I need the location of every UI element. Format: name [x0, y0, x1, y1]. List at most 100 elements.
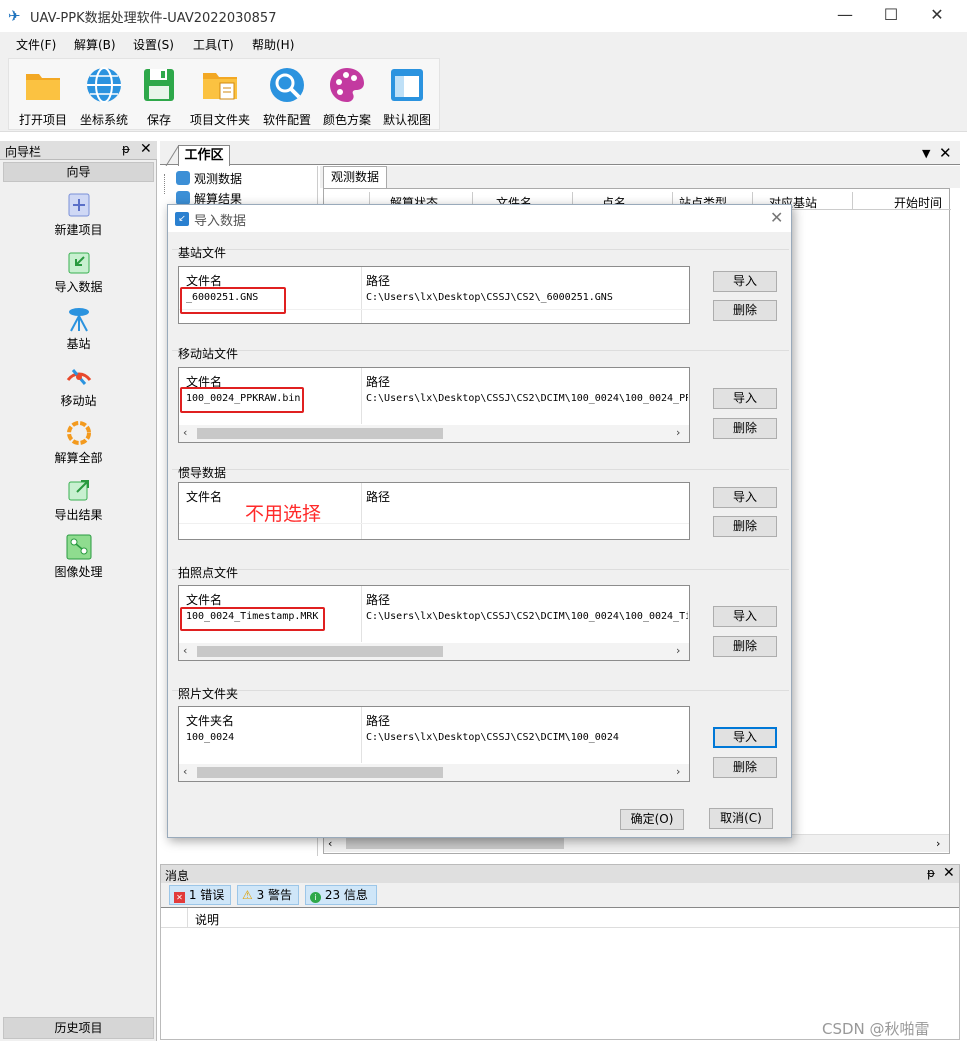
minimize-button[interactable]: — — [822, 0, 868, 32]
open-project-button[interactable]: 打开项目 — [17, 65, 69, 129]
save-icon — [144, 69, 174, 101]
close-icon[interactable]: ✕ — [140, 141, 152, 157]
tab-observation-data[interactable]: 观测数据 — [323, 166, 387, 188]
scroll-left-icon[interactable]: ‹ — [183, 644, 187, 657]
nav-base-station[interactable]: 基站 — [20, 305, 137, 352]
maximize-button[interactable]: ☐ — [868, 0, 914, 32]
close-icon[interactable]: ✕ — [943, 865, 955, 881]
column-separator — [361, 368, 362, 424]
app-logo-icon: ✈ — [8, 7, 21, 25]
message-panel-header: 消息 ᵽ ✕ — [161, 865, 959, 883]
delete-button[interactable]: 删除 — [713, 300, 777, 321]
coordinate-system-button[interactable]: 坐标系统 — [75, 65, 133, 129]
col-path: 路径 — [366, 490, 391, 504]
import-button[interactable]: 导入 — [713, 271, 777, 292]
history-projects-button[interactable]: 历史项目 — [3, 1017, 154, 1039]
close-icon[interactable]: ✕ — [939, 144, 952, 162]
tab-workspace[interactable]: 工作区 — [178, 145, 230, 166]
pin-icon[interactable]: ᵽ — [122, 142, 130, 156]
col-start-time[interactable]: 开始时间 — [894, 194, 942, 211]
info-filter-button[interactable]: i 23 信息 — [305, 885, 377, 905]
nav-solve-all[interactable]: 解算全部 — [20, 419, 137, 466]
wizard-panel-title: 向导栏 — [5, 145, 42, 159]
import-button[interactable]: 导入 — [713, 727, 777, 748]
group-title: 拍照点文件 — [178, 566, 239, 580]
pin-icon[interactable]: ᵽ — [927, 866, 935, 880]
nav-image-processing[interactable]: 图像处理 — [20, 533, 137, 580]
chevron-down-icon[interactable]: ▼ — [922, 147, 930, 160]
software-config-button[interactable]: 软件配置 — [259, 65, 315, 129]
list-hscrollbar[interactable]: ‹ › — [179, 425, 689, 442]
folder-name: 100_0024 — [186, 732, 235, 743]
close-button[interactable]: ✕ — [914, 0, 960, 32]
col-path: 路径 — [366, 274, 391, 288]
ok-button[interactable]: 确定(O) — [620, 809, 684, 830]
settings-icon — [270, 68, 304, 102]
scroll-left-icon[interactable]: ‹ — [183, 765, 187, 778]
group-title: 基站文件 — [178, 246, 227, 260]
wizard-panel: 向导栏 ᵽ ✕ 向导 新建项目 导入数据 基站 移动站 解算全部 导出结果 图像… — [0, 141, 157, 1041]
photo-folder-list[interactable]: 文件夹名 路径 100_0024 C:\Users\lx\Desktop\CSS… — [178, 706, 690, 782]
results-icon — [176, 191, 190, 204]
menu-tools[interactable]: 工具(T) — [193, 36, 234, 53]
scroll-thumb[interactable] — [197, 428, 443, 439]
group-photo-folder: 照片文件夹 文件夹名 路径 100_0024 C:\Users\lx\Deskt… — [172, 687, 789, 794]
nav-import-data[interactable]: 导入数据 — [20, 248, 137, 295]
scroll-thumb[interactable] — [197, 646, 443, 657]
list-hscrollbar[interactable]: ‹ › — [179, 643, 689, 660]
menu-solve[interactable]: 解算(B) — [74, 36, 116, 53]
list-hscrollbar[interactable]: ‹ › — [179, 764, 689, 781]
nav-rover[interactable]: 移动站 — [20, 362, 137, 409]
menu-help[interactable]: 帮助(H) — [252, 36, 294, 53]
col-filename: 文件名 — [186, 490, 223, 504]
menu-settings[interactable]: 设置(S) — [133, 36, 174, 53]
dialog-title-bar: ↙ 导入数据 ✕ — [168, 205, 791, 232]
scroll-right-icon[interactable]: › — [676, 426, 680, 439]
import-icon: ↙ — [175, 212, 189, 226]
scroll-right-icon[interactable]: › — [676, 765, 680, 778]
nav-new-project[interactable]: 新建项目 — [20, 191, 137, 238]
error-icon: ✕ — [174, 892, 185, 903]
delete-button[interactable]: 删除 — [713, 516, 777, 537]
save-button[interactable]: 保存 — [139, 65, 179, 129]
warnings-filter-button[interactable]: ⚠ 3 警告 — [237, 885, 299, 905]
group-title: 照片文件夹 — [178, 687, 239, 701]
delete-button[interactable]: 删除 — [713, 757, 777, 778]
scroll-left-icon[interactable]: ‹ — [328, 837, 332, 850]
scroll-right-icon[interactable]: › — [676, 644, 680, 657]
scroll-right-icon[interactable]: › — [936, 837, 940, 850]
column-separator — [361, 707, 362, 763]
tree-item-results[interactable]: 解算结果 — [176, 190, 242, 204]
col-description[interactable]: 说明 — [195, 911, 219, 928]
import-button[interactable]: 导入 — [713, 388, 777, 409]
close-icon[interactable]: ✕ — [770, 208, 783, 227]
cancel-button[interactable]: 取消(C) — [709, 808, 773, 829]
column-separator — [852, 192, 853, 210]
column-separator — [361, 267, 362, 323]
tree-item-observation[interactable]: 观测数据 — [176, 170, 242, 187]
base-station-icon — [68, 308, 89, 332]
nav-export-results[interactable]: 导出结果 — [20, 476, 137, 523]
database-icon — [176, 171, 190, 185]
errors-filter-button[interactable]: ✕ 1 错误 — [169, 885, 231, 905]
import-button[interactable]: 导入 — [713, 606, 777, 627]
wizard-section-title[interactable]: 向导 — [3, 162, 154, 182]
delete-button[interactable]: 删除 — [713, 636, 777, 657]
drone-icon — [66, 369, 91, 385]
col-folder-name: 文件夹名 — [186, 714, 235, 728]
color-scheme-button[interactable]: 颜色方案 — [319, 65, 375, 129]
scroll-thumb[interactable] — [346, 838, 564, 849]
default-view-button[interactable]: 默认视图 — [379, 65, 435, 129]
project-folder-button[interactable]: 项目文件夹 — [187, 65, 253, 129]
import-button[interactable]: 导入 — [713, 487, 777, 508]
scroll-left-icon[interactable]: ‹ — [183, 426, 187, 439]
menu-file[interactable]: 文件(F) — [16, 36, 56, 53]
delete-button[interactable]: 删除 — [713, 418, 777, 439]
file-path: C:\Users\lx\Desktop\CSSJ\CS2\DCIM\100_00… — [366, 611, 688, 622]
message-panel: 消息 ᵽ ✕ ✕ 1 错误 ⚠ 3 警告 i 23 信息 说明 — [160, 864, 960, 1040]
scroll-thumb[interactable] — [197, 767, 443, 778]
col-path: 路径 — [366, 714, 391, 728]
palette-icon — [330, 68, 364, 102]
image-processing-icon — [66, 534, 91, 560]
column-separator — [361, 483, 362, 539]
